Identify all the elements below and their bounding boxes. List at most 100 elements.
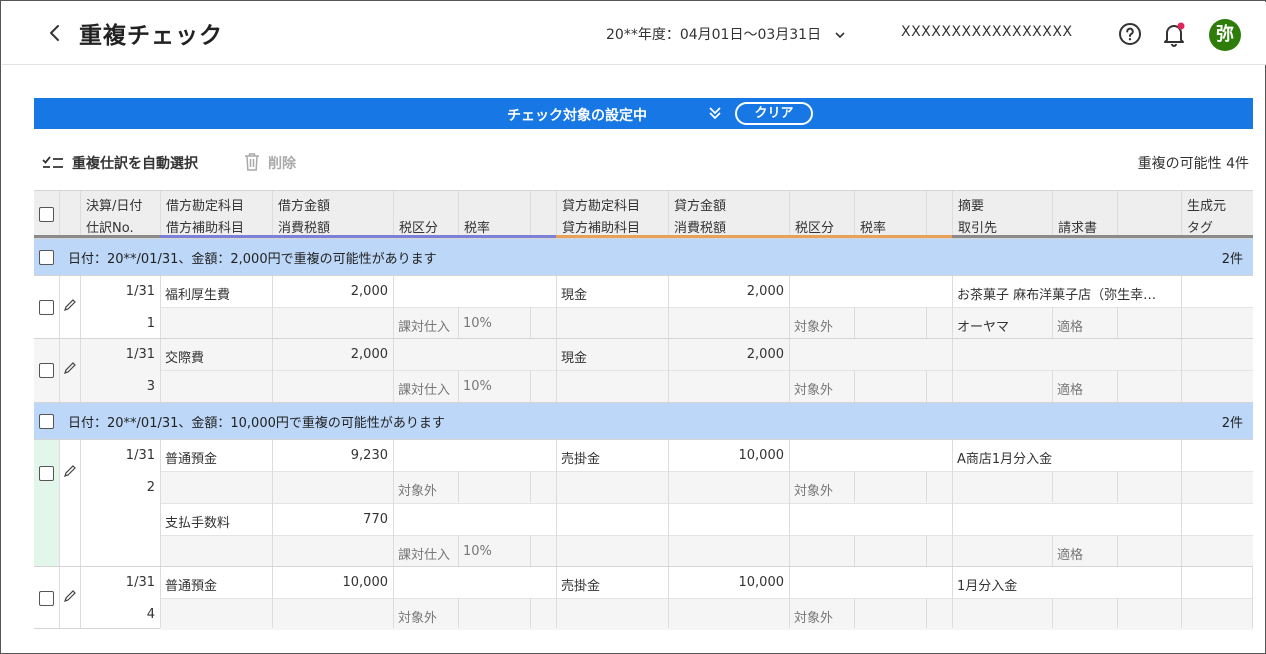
debit-tax-rate: 10% bbox=[463, 544, 492, 559]
entry-no: 2 bbox=[146, 480, 155, 495]
header-credit-tax: 消費税額 bbox=[674, 221, 727, 235]
fiscal-period-selector[interactable]: 20**年度：04月01日〜03月31日 bbox=[606, 24, 846, 44]
app-window: 重複チェック 20**年度：04月01日〜03月31日 XXXXXXXXXXXX… bbox=[0, 0, 1266, 654]
header-invoice-col: 請求書 bbox=[1052, 191, 1117, 235]
pencil-icon[interactable] bbox=[63, 464, 77, 478]
credit-tax-class: 対象外 bbox=[794, 320, 834, 335]
debit-amount: 2,000 bbox=[350, 347, 388, 362]
header-memo: 摘要 bbox=[958, 199, 985, 214]
debit-amount: 9,230 bbox=[350, 448, 388, 463]
header-invoice: 請求書 bbox=[1058, 221, 1098, 235]
header-memo-extra-col bbox=[1117, 191, 1181, 235]
group-checkbox[interactable] bbox=[39, 250, 54, 265]
duplicate-count: 重複の可能性 4件 bbox=[1137, 156, 1249, 172]
avatar[interactable]: 弥 bbox=[1209, 19, 1241, 51]
header-source-col: 生成元 タグ bbox=[1181, 191, 1253, 235]
chevron-down-icon bbox=[834, 32, 845, 39]
delete-button[interactable]: 削除 bbox=[244, 153, 296, 173]
header-tag: タグ bbox=[1187, 221, 1214, 235]
entry-no: 1 bbox=[146, 316, 155, 331]
duplicate-group-row: 日付：20**/01/31、金額：10,000円で重複の可能性があります 2件 bbox=[34, 402, 1253, 439]
help-icon[interactable] bbox=[1118, 22, 1142, 46]
memo: A商店1月分入金 bbox=[957, 452, 1053, 467]
row-checkbox[interactable] bbox=[39, 300, 54, 315]
entry-date: 1/31 bbox=[125, 284, 155, 299]
header-credit-tax-class: 税区分 bbox=[795, 221, 835, 235]
duplicate-group-row: 日付：20**/01/31、金額：2,000円で重複の可能性があります 2件 bbox=[34, 238, 1253, 275]
header-credit-taxclass-col: 税区分 bbox=[789, 191, 854, 235]
header-debit-taxclass-col: 税区分 bbox=[393, 191, 458, 235]
header-credit-account-col: 貸方勘定科目 貸方補助科目 bbox=[556, 191, 668, 235]
partner: オーヤマ bbox=[957, 320, 1010, 335]
memo: お茶菓子 麻布洋菓子店（弥生幸… bbox=[957, 288, 1157, 303]
notification-bell-icon[interactable] bbox=[1162, 21, 1186, 47]
back-button[interactable] bbox=[42, 20, 68, 46]
debit-amount: 770 bbox=[363, 512, 388, 527]
row-checkbox[interactable] bbox=[39, 591, 54, 606]
header-debit-tax-class: 税区分 bbox=[399, 221, 439, 235]
debit-account: 交際費 bbox=[165, 351, 205, 366]
double-chevron-down-icon[interactable] bbox=[707, 105, 723, 121]
select-all-checkbox[interactable] bbox=[39, 207, 54, 222]
clear-button[interactable]: クリア bbox=[735, 102, 813, 125]
credit-account: 現金 bbox=[561, 351, 588, 366]
header-debit-sub: 借方補助科目 bbox=[166, 221, 245, 235]
entry-date: 1/31 bbox=[125, 448, 155, 463]
debit-account: 普通預金 bbox=[165, 452, 218, 467]
memo: 1月分入金 bbox=[957, 579, 1018, 594]
header-date-col: 決算/日付 仕訳No. bbox=[80, 191, 160, 235]
header-partner: 取引先 bbox=[958, 221, 998, 235]
row-checkbox[interactable] bbox=[39, 466, 54, 481]
credit-account: 現金 bbox=[561, 288, 588, 303]
header-debit-account: 借方勘定科目 bbox=[166, 199, 245, 214]
entry-no: 3 bbox=[146, 379, 155, 394]
header-credit-sub: 貸方補助科目 bbox=[562, 221, 641, 235]
header-credit-amount-col: 貸方金額 消費税額 bbox=[668, 191, 789, 235]
invoice: 適格 bbox=[1057, 383, 1084, 398]
auto-select-button[interactable]: 重複仕訳を自動選択 bbox=[42, 153, 198, 173]
checklist-icon bbox=[42, 156, 63, 168]
header-debit-amount: 借方金額 bbox=[278, 199, 331, 214]
group-count: 2件 bbox=[1221, 252, 1243, 267]
banner-text: チェック対象の設定中 bbox=[507, 108, 647, 124]
company-name: XXXXXXXXXXXXXXXXX bbox=[901, 24, 1073, 40]
group-count: 2件 bbox=[1221, 416, 1243, 431]
chevron-left-icon bbox=[50, 25, 59, 41]
row-highlight bbox=[34, 440, 59, 566]
debit-amount: 2,000 bbox=[350, 284, 388, 299]
debit-tax-class: 対象外 bbox=[398, 484, 438, 499]
table-row[interactable]: 1/31 1 福利厚生費 2,000 課対仕入 10% 現金 2,000 対象外… bbox=[34, 275, 1253, 339]
table-row[interactable]: 1/31 3 交際費 2,000 課対仕入 10% 現金 2,000 対象外 適… bbox=[34, 338, 1253, 403]
table-row[interactable]: 1/31 2 普通預金 9,230 対象外 売掛金 10,000 対象外 A商店… bbox=[34, 439, 1253, 567]
header-debit-account-col: 借方勘定科目 借方補助科目 bbox=[160, 191, 272, 235]
credit-tax-class: 対象外 bbox=[794, 611, 834, 626]
pencil-icon[interactable] bbox=[63, 298, 77, 312]
debit-tax-class: 課対仕入 bbox=[398, 383, 451, 398]
group-description: 日付：20**/01/31、金額：2,000円で重複の可能性があります bbox=[68, 252, 437, 267]
header-debit-tax-rate: 税率 bbox=[464, 221, 491, 235]
invoice: 適格 bbox=[1057, 548, 1084, 563]
header-debit-amount-col: 借方金額 消費税額 bbox=[272, 191, 393, 235]
table-row[interactable]: 1/31 4 普通預金 10,000 対象外 売掛金 10,000 対象外 1月… bbox=[34, 566, 1253, 630]
journal-table: 決算/日付 仕訳No. 借方勘定科目 借方補助科目 借方金額 消費税額 税区分 … bbox=[34, 190, 1253, 630]
entry-date: 1/31 bbox=[125, 575, 155, 590]
pencil-icon[interactable] bbox=[63, 361, 77, 375]
debit-tax-class: 課対仕入 bbox=[398, 320, 451, 335]
header-date: 決算/日付 bbox=[86, 199, 143, 214]
credit-amount: 10,000 bbox=[738, 575, 785, 590]
delete-label: 削除 bbox=[268, 156, 296, 172]
pencil-icon[interactable] bbox=[63, 589, 77, 603]
debit-account: 支払手数料 bbox=[165, 516, 231, 531]
row-checkbox[interactable] bbox=[39, 363, 54, 378]
credit-amount: 2,000 bbox=[746, 284, 784, 299]
table-header: 決算/日付 仕訳No. 借方勘定科目 借方補助科目 借方金額 消費税額 税区分 … bbox=[34, 190, 1253, 238]
invoice: 適格 bbox=[1057, 320, 1084, 335]
header-credit-extra-col bbox=[926, 191, 952, 235]
header-credit-amount: 貸方金額 bbox=[674, 199, 727, 214]
group-description: 日付：20**/01/31、金額：10,000円で重複の可能性があります bbox=[68, 416, 445, 431]
trash-icon bbox=[245, 153, 259, 171]
header-edit-col bbox=[59, 191, 80, 235]
group-checkbox[interactable] bbox=[39, 414, 54, 429]
header-source: 生成元 bbox=[1187, 199, 1227, 214]
debit-tax-rate: 10% bbox=[463, 379, 492, 394]
